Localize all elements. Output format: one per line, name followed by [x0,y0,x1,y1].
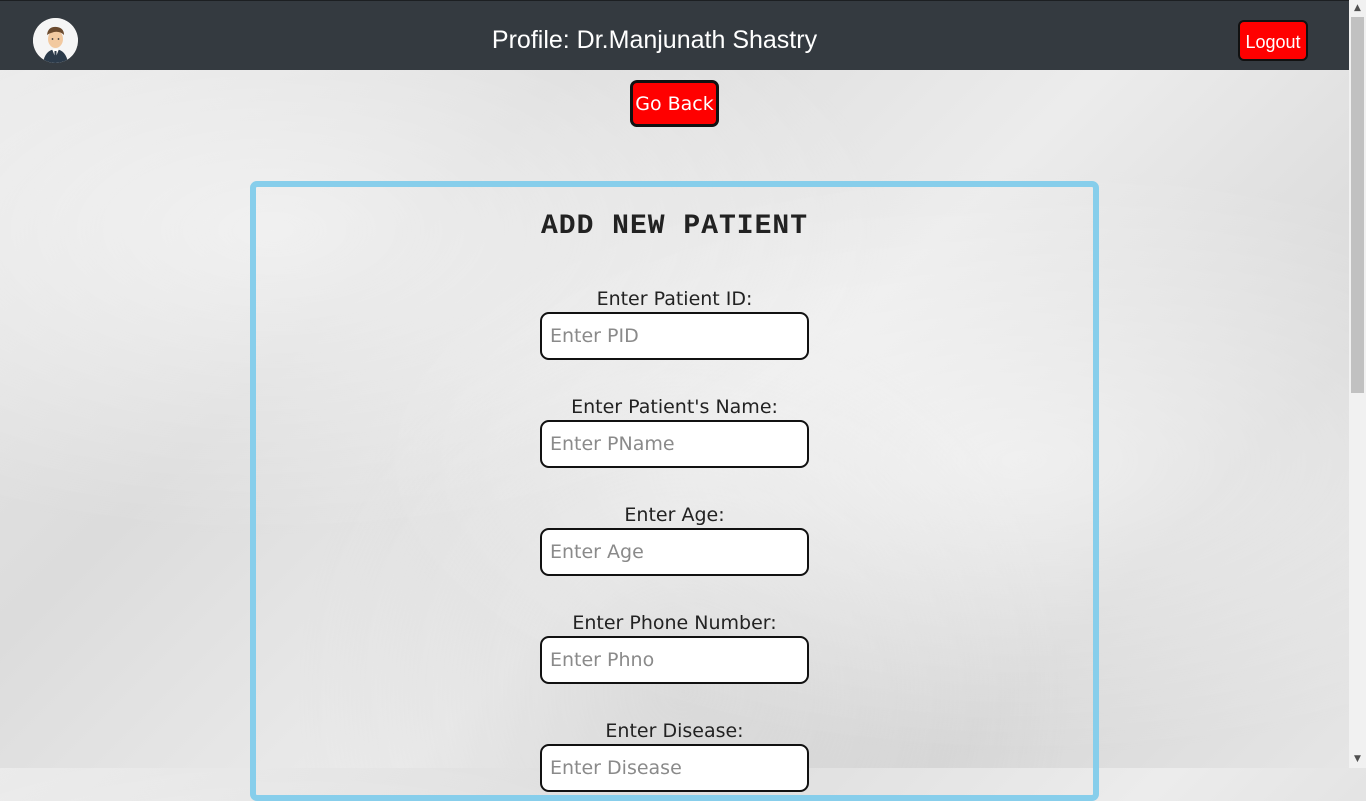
go-back-button[interactable]: Go Back [630,80,719,127]
add-patient-form: ADD NEW PATIENT Enter Patient ID: Enter … [250,181,1099,801]
vertical-scrollbar[interactable]: ▲ ▼ [1349,0,1366,768]
scroll-thumb[interactable] [1351,17,1364,393]
form-title: ADD NEW PATIENT [540,211,809,242]
disease-input[interactable] [540,744,809,792]
logout-button[interactable]: Logout [1238,20,1308,61]
disease-field-group: Enter Disease: [256,718,1093,792]
age-field-group: Enter Age: [256,502,1093,576]
profile-title: Profile: Dr.Manjunath Shastry [491,26,818,54]
age-label: Enter Age: [624,504,725,526]
phone-input[interactable] [540,636,809,684]
top-navbar: Profile: Dr.Manjunath Shastry Logout [0,0,1349,70]
patient-name-label: Enter Patient's Name: [571,396,778,418]
disease-label: Enter Disease: [605,720,744,742]
patient-id-input[interactable] [540,312,809,360]
patient-id-label: Enter Patient ID: [596,288,753,310]
age-input[interactable] [540,528,809,576]
scroll-down-arrow-icon[interactable]: ▼ [1349,751,1366,768]
phone-field-group: Enter Phone Number: [256,610,1093,684]
patient-name-input[interactable] [540,420,809,468]
patient-id-field-group: Enter Patient ID: [256,286,1093,360]
scroll-up-arrow-icon[interactable]: ▲ [1349,0,1366,17]
patient-name-field-group: Enter Patient's Name: [256,394,1093,468]
phone-label: Enter Phone Number: [572,612,777,634]
